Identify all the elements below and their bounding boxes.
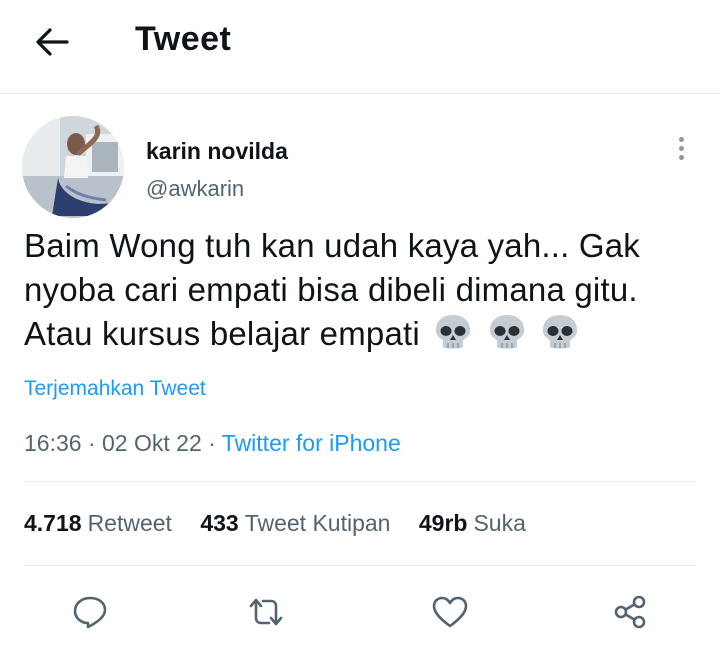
retweet-icon	[249, 598, 283, 626]
back-button[interactable]	[26, 20, 78, 64]
avatar[interactable]	[22, 116, 124, 218]
reply-button[interactable]	[70, 592, 110, 632]
skull-emoji	[540, 313, 580, 362]
heart-icon	[432, 596, 468, 628]
translate-tweet-link[interactable]: Terjemahkan Tweet	[24, 377, 206, 401]
display-name[interactable]: karin novilda	[146, 138, 288, 165]
tweet-date: 02 Okt 22	[102, 430, 202, 456]
reply-icon	[73, 596, 107, 629]
like-button[interactable]	[430, 592, 470, 632]
like-count[interactable]: 49rb Suka	[419, 510, 526, 536]
share-button[interactable]	[610, 592, 650, 632]
share-icon	[614, 595, 646, 629]
more-vertical-icon	[678, 136, 684, 142]
divider	[24, 565, 696, 566]
meta-separator: ·	[208, 430, 216, 456]
skull-emoji	[487, 313, 527, 362]
divider	[24, 481, 696, 482]
quote-tweet-count[interactable]: 433 Tweet Kutipan	[200, 510, 390, 536]
page-title: Tweet	[135, 20, 232, 58]
meta-separator: ·	[87, 430, 96, 456]
tweet-meta: 16:36 · 02 Okt 22 · Twitter for iPhone	[24, 430, 401, 457]
top-bar: Tweet	[0, 0, 720, 94]
tweet-text: Baim Wong tuh kan udah kaya yah... Gak n…	[24, 224, 704, 362]
skull-emoji	[433, 313, 473, 362]
tweet-source-link[interactable]: Twitter for iPhone	[222, 430, 401, 456]
retweet-count[interactable]: 4.718 Retweet	[24, 510, 172, 536]
retweet-button[interactable]	[246, 592, 286, 632]
more-options-button[interactable]	[668, 132, 694, 164]
tweet-time: 16:36	[24, 430, 82, 456]
arrow-left-icon	[36, 28, 69, 56]
tweet-stats: 4.718 Retweet 433 Tweet Kutipan 49rb Suka	[24, 510, 548, 537]
user-handle[interactable]: @awkarin	[146, 176, 244, 202]
